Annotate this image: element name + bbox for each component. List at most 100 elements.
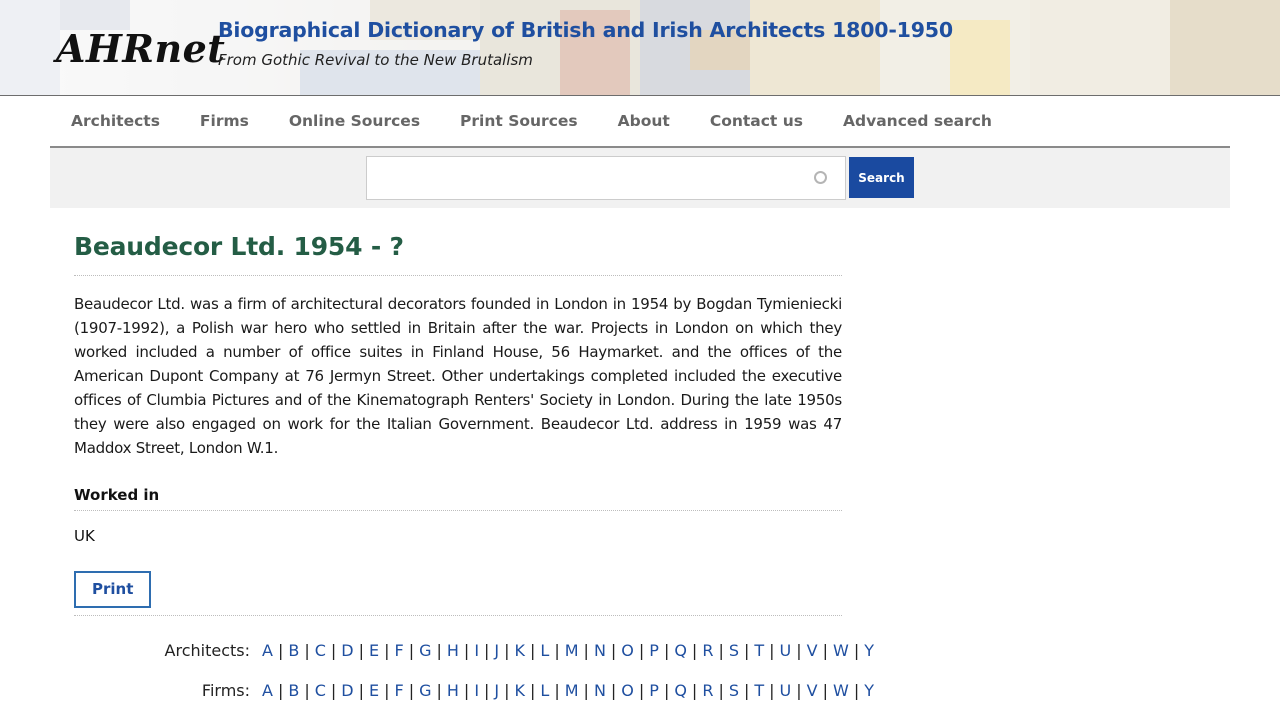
nav-online-sources[interactable]: Online Sources [289, 112, 420, 130]
letter-separator: | [691, 641, 698, 660]
letter-separator: | [554, 681, 560, 700]
architects-letter-r[interactable]: R [702, 641, 713, 660]
letter-separator: | [638, 681, 645, 700]
letter-separator: | [436, 641, 442, 660]
nav-print-sources[interactable]: Print Sources [460, 112, 578, 130]
firms-letter-n[interactable]: N [594, 681, 606, 700]
letter-separator: | [484, 681, 490, 700]
architects-letter-i[interactable]: I [474, 641, 479, 660]
architects-letter-m[interactable]: M [565, 641, 579, 660]
firms-letter-e[interactable]: E [369, 681, 379, 700]
architects-index: Architects: A | B | C | D | E | F | G | H | I | J | K | L | M | N |… [74, 641, 874, 665]
letter-separator: | [718, 681, 724, 700]
firms-letter-y[interactable]: Y [864, 681, 874, 700]
firms-letter-links: A | B | C | D | E | F | G | H | I | J | K | L | M | N | O | P | Q | R | S | T |… [262, 681, 874, 700]
letter-separator: | [583, 641, 589, 660]
letter-separator: | [638, 641, 645, 660]
nav-advanced-search[interactable]: Advanced search [843, 112, 992, 130]
firms-letter-b[interactable]: B [288, 681, 299, 700]
letter-separator: | [436, 681, 442, 700]
architects-letter-h[interactable]: H [447, 641, 459, 660]
letter-separator: | [504, 641, 510, 660]
architects-letter-t[interactable]: T [754, 641, 764, 660]
firms-letter-i[interactable]: I [474, 681, 479, 700]
architects-letter-g[interactable]: G [419, 641, 431, 660]
architects-letter-c[interactable]: C [315, 641, 326, 660]
firms-letter-k[interactable]: K [515, 681, 526, 700]
firms-letter-m[interactable]: M [565, 681, 579, 700]
architects-letter-j[interactable]: J [494, 641, 499, 660]
letter-separator: | [796, 681, 802, 700]
entry-content: Beaudecor Ltd. 1954 - ? Beaudecor Ltd. w… [74, 208, 842, 616]
architects-letter-o[interactable]: O [621, 641, 634, 660]
worked-in-heading: Worked in [74, 486, 842, 511]
architects-letter-u[interactable]: U [780, 641, 792, 660]
letter-separator: | [718, 641, 724, 660]
architects-letter-w[interactable]: W [833, 641, 849, 660]
letter-separator: | [463, 681, 470, 700]
firms-letter-g[interactable]: G [419, 681, 431, 700]
letter-separator: | [384, 641, 390, 660]
firms-index-label: Firms: [201, 681, 250, 700]
firms-letter-u[interactable]: U [780, 681, 792, 700]
letter-separator: | [583, 681, 589, 700]
letter-separator: | [530, 681, 536, 700]
content-divider [74, 615, 842, 616]
nav-about[interactable]: About [618, 112, 670, 130]
site-title[interactable]: Biographical Dictionary of British and I… [218, 18, 953, 42]
main-nav: Architects Firms Online Sources Print So… [50, 96, 1230, 148]
entry-description: Beaudecor Ltd. was a firm of architectur… [74, 295, 842, 457]
architects-letter-l[interactable]: L [540, 641, 549, 660]
letter-separator: | [358, 641, 364, 660]
firms-letter-r[interactable]: R [702, 681, 713, 700]
letter-separator: | [769, 641, 775, 660]
firms-letter-w[interactable]: W [833, 681, 849, 700]
letter-separator: | [277, 641, 284, 660]
nav-firms[interactable]: Firms [200, 112, 249, 130]
architects-letter-y[interactable]: Y [864, 641, 874, 660]
firms-letter-l[interactable]: L [540, 681, 549, 700]
firms-letter-t[interactable]: T [754, 681, 764, 700]
nav-contact-us[interactable]: Contact us [710, 112, 803, 130]
letter-separator: | [277, 681, 284, 700]
firms-letter-j[interactable]: J [494, 681, 499, 700]
search-input[interactable] [366, 156, 846, 200]
firms-letter-a[interactable]: A [262, 681, 273, 700]
firms-letter-v[interactable]: V [807, 681, 818, 700]
firms-letter-s[interactable]: S [729, 681, 739, 700]
letter-separator: | [330, 641, 337, 660]
letter-separator: | [484, 641, 490, 660]
architects-letter-b[interactable]: B [288, 641, 299, 660]
letter-separator: | [358, 681, 364, 700]
architects-letter-n[interactable]: N [594, 641, 606, 660]
firms-letter-d[interactable]: D [341, 681, 353, 700]
firms-letter-f[interactable]: F [395, 681, 404, 700]
architects-letter-k[interactable]: K [515, 641, 526, 660]
ahrnet-logo[interactable]: AHRnet [56, 26, 225, 71]
firms-index: Firms: A | B | C | D | E | F | G | H | I | J | K | L | M | N | O | P | Q… [74, 681, 874, 705]
letter-separator: | [691, 681, 698, 700]
architects-letter-q[interactable]: Q [674, 641, 687, 660]
print-button[interactable]: Print [74, 571, 152, 608]
letter-separator: | [554, 641, 560, 660]
letter-separator: | [822, 681, 828, 700]
letter-separator: | [743, 681, 750, 700]
architects-letter-s[interactable]: S [729, 641, 739, 660]
architects-letter-a[interactable]: A [262, 641, 273, 660]
architects-letter-f[interactable]: F [395, 641, 404, 660]
architects-letter-p[interactable]: P [649, 641, 659, 660]
firms-letter-c[interactable]: C [315, 681, 326, 700]
firms-letter-q[interactable]: Q [674, 681, 687, 700]
search-button[interactable]: Search [849, 157, 914, 198]
architects-letter-v[interactable]: V [807, 641, 818, 660]
letter-separator: | [610, 681, 617, 700]
architects-letter-d[interactable]: D [341, 641, 353, 660]
nav-architects[interactable]: Architects [71, 112, 160, 130]
firms-letter-h[interactable]: H [447, 681, 459, 700]
architects-letter-e[interactable]: E [369, 641, 379, 660]
search-bar: Search [50, 148, 1230, 208]
letter-separator: | [408, 681, 415, 700]
firms-letter-p[interactable]: P [649, 681, 659, 700]
firms-letter-o[interactable]: O [621, 681, 634, 700]
letter-separator: | [663, 641, 670, 660]
